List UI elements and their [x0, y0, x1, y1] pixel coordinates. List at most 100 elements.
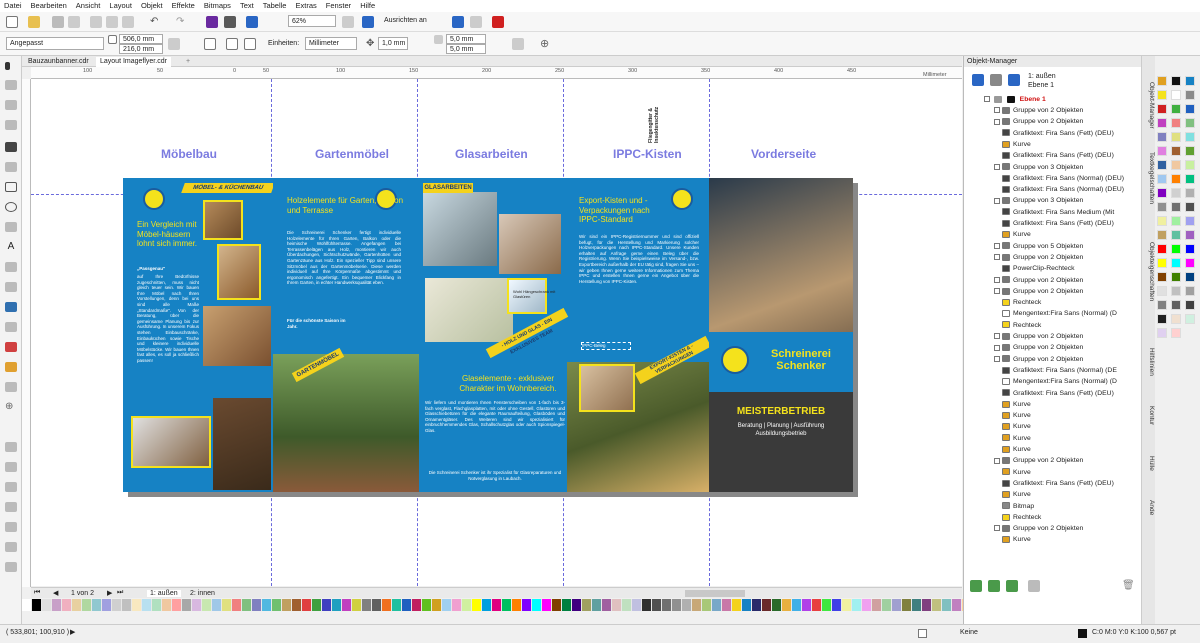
undo-icon[interactable]: ↶ [150, 16, 162, 28]
object-tree-row[interactable]: Gruppe von 2 Objekten [994, 105, 1164, 116]
align-dropdown[interactable]: Ausrichten an [384, 17, 427, 24]
expand-icon[interactable] [994, 163, 1000, 170]
object-tree-row[interactable]: Gruppe von 2 Objekten [994, 275, 1164, 286]
color-swatch[interactable] [1185, 216, 1195, 226]
fill-swatch-icon[interactable] [918, 629, 927, 638]
color-swatch[interactable] [1171, 104, 1181, 114]
color-swatch[interactable] [882, 599, 892, 611]
expand-icon[interactable] [994, 525, 1000, 532]
color-swatch[interactable] [392, 599, 402, 611]
object-tree-row[interactable]: Gruppe von 3 Objekten [994, 162, 1164, 173]
copy-icon[interactable] [106, 16, 118, 28]
object-tree-row[interactable]: Gruppe von 2 Objekten [994, 116, 1164, 127]
snap-icon[interactable] [362, 16, 374, 28]
cut-icon[interactable] [90, 16, 102, 28]
parallel-dimension-icon[interactable] [5, 262, 17, 272]
lock-ratio-icon[interactable] [168, 38, 180, 50]
color-swatch[interactable] [132, 599, 142, 611]
color-swatch[interactable] [262, 599, 272, 611]
color-swatch[interactable] [762, 599, 772, 611]
freehand-tool-icon[interactable] [5, 142, 17, 152]
color-swatch[interactable] [1171, 230, 1181, 240]
transparency-tool-icon[interactable] [5, 322, 17, 332]
color-swatch[interactable] [1185, 146, 1195, 156]
color-swatch[interactable] [402, 599, 412, 611]
color-swatch[interactable] [502, 599, 512, 611]
portrait-icon[interactable] [204, 38, 216, 50]
zoom-level-select[interactable]: 62% [288, 15, 336, 27]
color-swatch[interactable] [692, 599, 702, 611]
color-swatch[interactable] [622, 599, 632, 611]
color-swatch[interactable] [272, 599, 282, 611]
color-swatch[interactable] [432, 599, 442, 611]
object-tree-row[interactable]: Gruppe von 3 Objekten [994, 195, 1164, 206]
expand-icon[interactable] [994, 118, 1000, 125]
shape-tool-icon[interactable] [5, 80, 17, 90]
eye-icon[interactable] [993, 95, 1002, 103]
color-swatch[interactable] [772, 599, 782, 611]
last-page-icon[interactable]: ⏭ [117, 589, 123, 597]
color-swatch[interactable] [1171, 188, 1181, 198]
menu-extras[interactable]: Extras [295, 0, 316, 12]
ellipse-tool-icon[interactable] [5, 202, 17, 212]
object-tree-row[interactable]: Gruppe von 2 Objekten [994, 342, 1164, 353]
color-swatch[interactable] [1157, 202, 1167, 212]
layer-options-icon[interactable] [1028, 580, 1040, 592]
color-swatch[interactable] [182, 599, 192, 611]
color-swatch[interactable] [1185, 132, 1195, 142]
color-swatch[interactable] [602, 599, 612, 611]
full-screen-icon[interactable] [342, 16, 354, 28]
color-swatch[interactable] [1185, 272, 1195, 282]
color-swatch[interactable] [422, 599, 432, 611]
color-swatch[interactable] [632, 599, 642, 611]
color-swatch[interactable] [1185, 202, 1195, 212]
color-swatch[interactable] [862, 599, 872, 611]
color-swatch[interactable] [1171, 76, 1181, 86]
color-swatch[interactable] [702, 599, 712, 611]
object-tree-row[interactable]: Gruppe von 2 Objekten [994, 455, 1164, 466]
color-swatch[interactable] [492, 599, 502, 611]
zoom-in-icon[interactable] [5, 442, 17, 452]
color-swatch[interactable] [362, 599, 372, 611]
color-swatch[interactable] [802, 599, 812, 611]
color-swatch[interactable] [72, 599, 82, 611]
docker-tab-object-properties[interactable]: Objekteigenschaften [1143, 242, 1155, 301]
color-swatch[interactable] [1185, 104, 1195, 114]
expand-icon[interactable] [994, 344, 1000, 351]
color-swatch[interactable] [1171, 146, 1181, 156]
color-swatch[interactable] [1171, 328, 1181, 338]
print-icon[interactable] [68, 16, 80, 28]
color-swatch[interactable] [172, 599, 182, 611]
layer-manager-icon[interactable] [990, 74, 1002, 86]
color-swatch[interactable] [1157, 188, 1167, 198]
duplicate-y-field[interactable]: 5,0 mm [446, 44, 486, 54]
color-swatch[interactable] [122, 599, 132, 611]
color-swatch[interactable] [522, 599, 532, 611]
color-swatch[interactable] [1185, 258, 1195, 268]
color-swatch[interactable] [232, 599, 242, 611]
menu-layout[interactable]: Layout [109, 0, 132, 12]
menu-bearbeiten[interactable]: Bearbeiten [31, 0, 67, 12]
docker-tab-guides[interactable]: Hilfslinien [1143, 348, 1155, 376]
color-swatch[interactable] [1157, 132, 1167, 142]
color-swatch[interactable] [102, 599, 112, 611]
all-pages-icon[interactable] [226, 38, 238, 50]
collapse-icon[interactable] [984, 96, 990, 103]
text-tool-icon[interactable]: A [5, 242, 17, 252]
rectangle-tool-icon[interactable] [5, 182, 17, 192]
color-swatch[interactable] [222, 599, 232, 611]
color-swatch[interactable] [872, 599, 882, 611]
launch-icon[interactable] [492, 16, 504, 28]
color-swatch[interactable] [912, 599, 922, 611]
color-swatch[interactable] [192, 599, 202, 611]
zoom-fit-icon[interactable] [5, 482, 17, 492]
menu-effekte[interactable]: Effekte [172, 0, 195, 12]
current-page-icon[interactable] [244, 38, 256, 50]
expand-icon[interactable] [994, 333, 1000, 340]
color-swatch[interactable] [582, 599, 592, 611]
color-swatch[interactable] [662, 599, 672, 611]
color-swatch[interactable] [52, 599, 62, 611]
color-swatch[interactable] [782, 599, 792, 611]
object-tree-row[interactable]: Gruppe von 2 Objekten [994, 523, 1164, 534]
color-swatch[interactable] [932, 599, 942, 611]
